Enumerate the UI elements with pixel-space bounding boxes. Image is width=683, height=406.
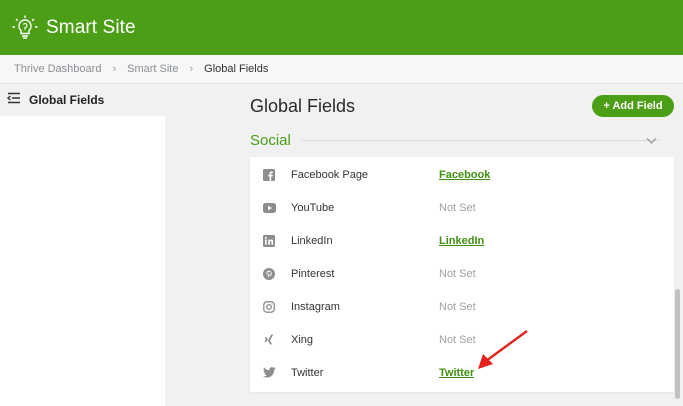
chevron-down-icon[interactable] <box>646 132 657 150</box>
section-header-social[interactable]: Social <box>250 130 660 150</box>
social-fields-panel: Facebook Page Facebook YouTube Not Set L… <box>250 157 674 392</box>
sidebar-title: Global Fields <box>29 93 105 107</box>
breadcrumb-item-current: Global Fields <box>204 63 269 75</box>
instagram-icon <box>262 300 276 314</box>
breadcrumb: Thrive Dashboard › Smart Site › Global F… <box>0 55 683 84</box>
field-row-facebook[interactable]: Facebook Page Facebook <box>250 158 674 191</box>
field-name: LinkedIn <box>291 234 333 247</box>
field-value: Not Set <box>439 300 476 313</box>
field-name: Pinterest <box>291 267 335 280</box>
chevron-right-icon: › <box>189 63 194 75</box>
field-name: Xing <box>291 333 314 346</box>
page-title: Global Fields <box>250 96 356 116</box>
field-value: Not Set <box>439 333 476 346</box>
field-value-link[interactable]: Facebook <box>439 169 490 181</box>
xing-icon <box>262 333 276 347</box>
section-divider <box>300 139 660 141</box>
field-value-link[interactable]: LinkedIn <box>439 235 484 247</box>
youtube-icon <box>262 201 276 215</box>
field-row-xing[interactable]: Xing Not Set <box>250 323 674 356</box>
field-value: Not Set <box>439 201 476 214</box>
field-row-linkedin[interactable]: LinkedIn LinkedIn <box>250 224 674 257</box>
sidebar: Global Fields <box>0 84 165 406</box>
pinterest-icon <box>262 267 276 281</box>
field-name: Instagram <box>291 300 340 313</box>
sidebar-item-global-fields[interactable]: Global Fields <box>0 84 165 116</box>
add-field-button[interactable]: + Add Field <box>592 95 674 117</box>
field-row-twitter[interactable]: Twitter Twitter <box>250 356 674 389</box>
field-name: Twitter <box>291 366 324 379</box>
field-value: Not Set <box>439 267 476 280</box>
linkedin-icon <box>262 234 276 248</box>
field-row-instagram[interactable]: Instagram Not Set <box>250 290 674 323</box>
app-title: Smart Site <box>46 16 136 38</box>
chevron-right-icon: › <box>112 63 117 75</box>
field-name: YouTube <box>291 201 335 214</box>
menu-collapse-icon[interactable] <box>6 91 21 109</box>
scrollbar-thumb[interactable] <box>675 289 680 399</box>
field-row-youtube[interactable]: YouTube Not Set <box>250 191 674 224</box>
section-title: Social <box>250 131 291 149</box>
lightbulb-logo-icon <box>10 13 40 43</box>
facebook-icon <box>262 168 276 182</box>
top-bar: Smart Site <box>0 0 683 55</box>
breadcrumb-item-dashboard[interactable]: Thrive Dashboard <box>14 63 101 75</box>
field-row-pinterest[interactable]: Pinterest Not Set <box>250 257 674 290</box>
breadcrumb-item-smart-site[interactable]: Smart Site <box>127 63 178 75</box>
field-value-link[interactable]: Twitter <box>439 367 474 379</box>
field-name: Facebook Page <box>291 168 369 181</box>
twitter-icon <box>262 366 276 380</box>
